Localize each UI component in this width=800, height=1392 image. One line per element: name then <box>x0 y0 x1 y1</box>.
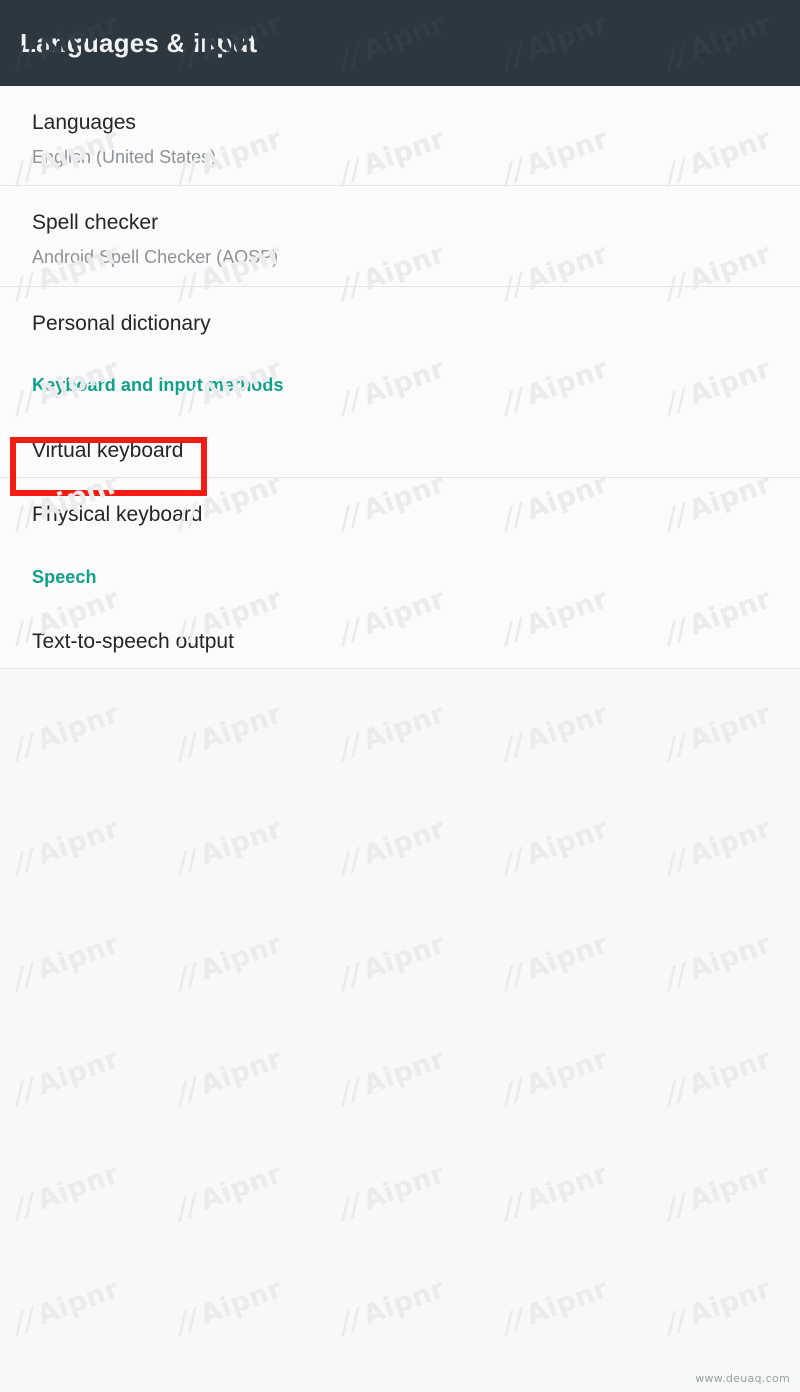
section-header-label: Keyboard and input methods <box>32 375 284 395</box>
list-end-divider <box>0 668 800 669</box>
list-item-title: Personal dictionary <box>32 312 211 335</box>
list-item-title: Virtual keyboard <box>32 439 184 462</box>
section-header-label: Speech <box>32 567 97 587</box>
settings-screen: Languages & input Languages English (Uni… <box>0 0 800 1392</box>
list-item-subtitle: Android Spell Checker (AOSP) <box>32 247 279 267</box>
list-item-spell-checker[interactable]: Spell checker Android Spell Checker (AOS… <box>0 186 800 286</box>
list-item-title: Spell checker <box>32 211 159 234</box>
list-item-languages[interactable]: Languages English (United States) <box>0 86 800 185</box>
site-credit: www.deuaq.com <box>695 1372 790 1385</box>
list-item-personal-dictionary[interactable]: Personal dictionary <box>0 287 800 357</box>
settings-list: Languages English (United States) Spell … <box>0 86 800 669</box>
empty-area <box>0 669 800 1327</box>
list-item-physical-keyboard[interactable]: Physical keyboard <box>0 478 800 550</box>
list-item-title: Text-to-speech output <box>32 630 234 653</box>
list-item-virtual-keyboard[interactable]: Virtual keyboard <box>0 414 800 477</box>
list-item-text-to-speech-output[interactable]: Text-to-speech output <box>0 605 800 668</box>
list-item-subtitle: English (United States) <box>32 147 217 167</box>
section-header-keyboard: Keyboard and input methods <box>0 357 800 414</box>
page-title: Languages & input <box>20 28 258 58</box>
list-item-title: Physical keyboard <box>32 503 203 526</box>
list-item-title: Languages <box>32 111 136 134</box>
app-bar: Languages & input <box>0 0 800 86</box>
section-header-speech: Speech <box>0 550 800 605</box>
